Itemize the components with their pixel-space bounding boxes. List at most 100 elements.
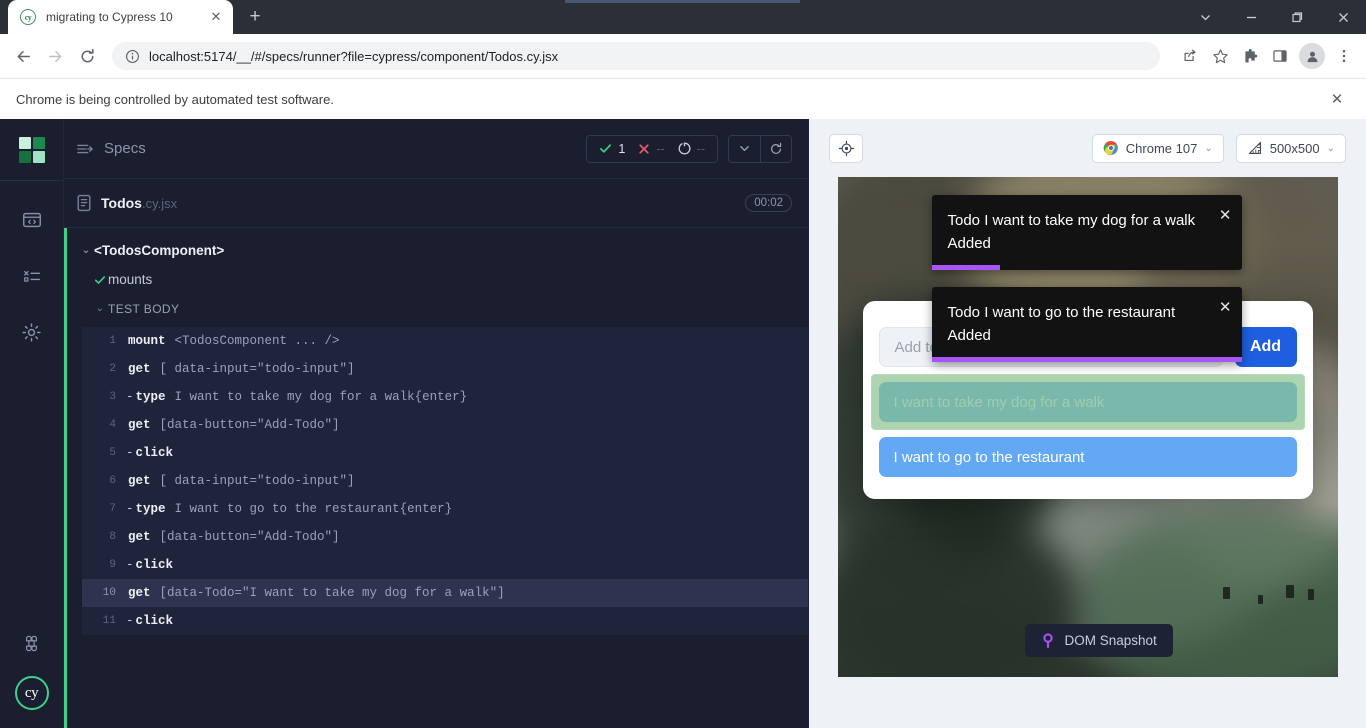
background-art [1258, 595, 1263, 604]
maximize-button[interactable] [1274, 0, 1320, 34]
command-row[interactable]: 2get[ data-input="todo-input"] [82, 355, 808, 383]
todo-item[interactable]: I want to go to the restaurant [879, 437, 1297, 477]
pin-icon [1041, 633, 1055, 648]
cypress-account-badge[interactable]: cy [15, 676, 49, 710]
file-icon [76, 194, 92, 212]
back-button[interactable] [8, 41, 38, 71]
command-row[interactable]: 10get[data-Todo="I want to take my dog f… [82, 579, 808, 607]
command-name: type [136, 390, 166, 404]
background-art [1286, 585, 1294, 598]
share-icon[interactable] [1176, 42, 1204, 70]
toast-notification[interactable]: Todo I want to take my dog for a walk Ad… [932, 195, 1242, 270]
command-row[interactable]: 1mount <TodosComponent ... /> [82, 327, 808, 355]
command-arg: [data-Todo="I want to take my dog for a … [160, 586, 505, 600]
infobar-close-button[interactable]: ✕ [1324, 86, 1350, 112]
command-dash: - [126, 390, 136, 404]
url-text: localhost:5174/__/#/specs/runner?file=cy… [149, 49, 558, 64]
spec-timer: 00:02 [745, 194, 792, 212]
command-arg: <TodosComponent ... /> [175, 334, 340, 348]
test-body-row[interactable]: ⌄ TEST BODY [64, 294, 808, 323]
close-icon[interactable]: ✕ [1219, 204, 1232, 227]
address-bar[interactable]: localhost:5174/__/#/specs/runner?file=cy… [112, 42, 1160, 70]
test-tree: ⌄ <TodosComponent> mounts ⌄ TEST BODY 1m… [64, 228, 808, 728]
sidebar-item-specs[interactable] [12, 203, 52, 237]
test-row[interactable]: mounts [64, 265, 808, 294]
command-row[interactable]: 7-typeI want to go to the restaurant{ent… [82, 495, 808, 523]
suite-row[interactable]: ⌄ <TodosComponent> [64, 236, 808, 265]
cypress-logo-icon[interactable] [0, 119, 63, 181]
command-row[interactable]: 4get[data-button="Add-Todo"] [82, 411, 808, 439]
pending-circle-icon [678, 142, 691, 155]
automation-infobar: Chrome is being controlled by automated … [0, 78, 1366, 119]
dom-snapshot-label: DOM Snapshot [1065, 633, 1157, 648]
tab-search-button[interactable] [1182, 0, 1228, 34]
chevron-down-icon: ⌄ [1204, 143, 1212, 154]
spec-file-row[interactable]: Todos .cy.jsx 00:02 [64, 179, 808, 228]
command-row[interactable]: 6get[ data-input="todo-input"] [82, 467, 808, 495]
command-number: 4 [82, 419, 126, 431]
command-arg: I want to take my dog for a walk{enter} [175, 390, 468, 404]
sidebar-item-runs[interactable] [12, 259, 52, 293]
rerun-tests-button[interactable] [760, 136, 791, 162]
bookmark-star-icon[interactable] [1206, 42, 1234, 70]
toast-progress-bar [932, 357, 1242, 362]
dom-snapshot-badge[interactable]: DOM Snapshot [1025, 624, 1173, 657]
toast-notification[interactable]: Todo I want to go to the restaurant Adde… [932, 287, 1242, 362]
minimize-button[interactable] [1228, 0, 1274, 34]
chrome-menu-icon[interactable] [1330, 42, 1358, 70]
command-name: get [128, 474, 151, 488]
command-number: 5 [82, 447, 126, 459]
command-dash: - [126, 614, 136, 628]
command-row[interactable]: 9-click [82, 551, 808, 579]
command-number: 1 [82, 335, 126, 347]
command-number: 9 [82, 559, 126, 571]
command-row[interactable]: 8get[data-button="Add-Todo"] [82, 523, 808, 551]
command-dash: - [126, 558, 136, 572]
side-panel-icon[interactable] [1266, 42, 1294, 70]
pending-stat: -- [678, 142, 705, 156]
command-name: click [136, 446, 174, 460]
collapse-all-button[interactable] [729, 136, 760, 162]
command-name: mount [128, 334, 166, 348]
command-row[interactable]: 5-click [82, 439, 808, 467]
tab-title: migrating to Cypress 10 [46, 10, 207, 24]
browser-select-button[interactable]: Chrome 107 ⌄ [1092, 134, 1224, 163]
keyboard-shortcuts-icon[interactable] [12, 626, 52, 660]
reporter-controls [728, 135, 792, 163]
test-reporter-panel: Specs 1 -- -- [64, 119, 809, 728]
profile-avatar-icon[interactable] [1299, 43, 1325, 69]
command-row[interactable]: 11-click [82, 607, 808, 635]
tab-strip: cy migrating to Cypress 10 ✕ + [0, 0, 1366, 34]
close-tab-button[interactable]: ✕ [207, 8, 225, 26]
chrome-browser-window: cy migrating to Cypress 10 ✕ + [0, 0, 1366, 728]
browser-select-label: Chrome 107 [1126, 141, 1198, 156]
sidebar-rail: cy [0, 119, 64, 728]
site-info-icon[interactable] [124, 48, 140, 64]
todo-item[interactable]: I want to take my dog for a walk [879, 382, 1297, 422]
navigation-toolbar: localhost:5174/__/#/specs/runner?file=cy… [0, 34, 1366, 78]
forward-button[interactable] [40, 41, 70, 71]
command-number: 2 [82, 363, 126, 375]
command-dash: - [126, 502, 136, 516]
background-art [1308, 589, 1314, 600]
close-window-button[interactable] [1320, 0, 1366, 34]
command-row[interactable]: 3-type I want to take my dog for a walk{e… [82, 383, 808, 411]
failed-stat: -- [638, 142, 664, 156]
close-icon[interactable]: ✕ [1219, 296, 1232, 319]
toolbar-icons [1176, 42, 1358, 70]
command-number: 3 [82, 391, 126, 403]
chevron-down-icon[interactable]: ⌄ [92, 303, 108, 314]
sidebar-item-settings[interactable] [12, 315, 52, 349]
chevron-down-icon[interactable]: ⌄ [78, 245, 94, 256]
command-arg: I want to go to the restaurant{enter} [175, 502, 453, 516]
command-number: 7 [82, 503, 126, 515]
reload-button[interactable] [72, 41, 102, 71]
test-label: mounts [108, 272, 152, 287]
selector-playground-button[interactable] [829, 134, 863, 163]
add-todo-button[interactable]: Add [1235, 327, 1297, 367]
viewport-select-button[interactable]: 500x500 ⌄ [1236, 134, 1346, 163]
extensions-puzzle-icon[interactable] [1236, 42, 1264, 70]
browser-tab[interactable]: cy migrating to Cypress 10 ✕ [8, 0, 233, 34]
command-number: 11 [82, 615, 126, 627]
new-tab-button[interactable]: + [241, 3, 269, 31]
